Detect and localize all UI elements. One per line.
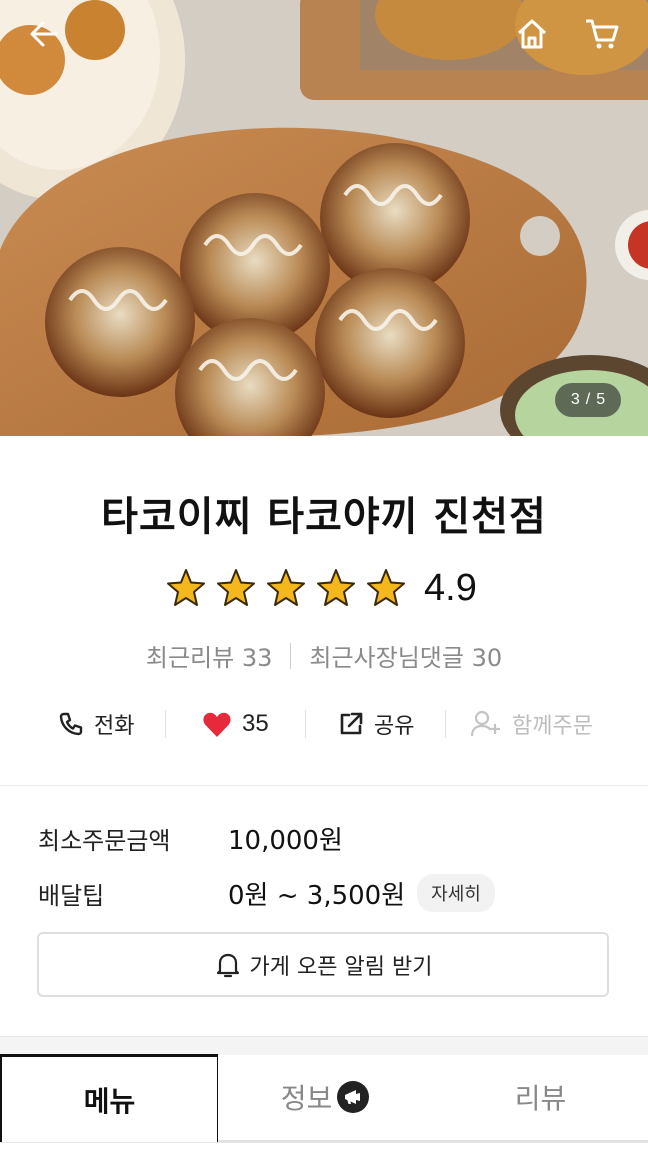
min-order-row: 최소주문금액 10,000원 [38,820,343,857]
share-label: 공유 [374,714,415,739]
back-button[interactable] [22,12,66,56]
cart-button[interactable] [580,12,624,56]
takoyaki-photo [0,0,648,436]
divider [165,710,166,738]
store-name: 타코이찌 타코야끼 진천점 [101,494,547,540]
group-order-button[interactable]: 함께주문 [470,708,593,740]
image-counter-separator: / [585,391,591,408]
bell-icon [216,953,239,977]
section-divider [0,785,648,786]
divider [290,642,292,669]
recent-reviews-link[interactable]: 최근리뷰 33 [146,638,273,673]
home-button[interactable] [510,12,554,56]
image-counter: 3 / 5 [555,383,621,417]
delivery-tip-row: 배달팁 0원 ~ 3,500원 자세히 [38,874,495,912]
tab-menu[interactable]: 메뉴 [0,1054,218,1142]
tab-content-top [0,1142,648,1162]
group-order-label: 함께주문 [512,714,593,739]
phone-label: 전화 [94,714,135,739]
rating-value: 4.9 [424,566,477,609]
delivery-tip-detail-button[interactable]: 자세히 [417,874,495,912]
phone-icon [59,712,83,736]
tab-info[interactable]: 정보 [218,1054,433,1142]
divider [305,710,306,738]
star-icon [167,569,205,606]
store-photo-carousel[interactable]: 3 / 5 [0,0,648,436]
star-icon [217,569,255,606]
image-counter-current: 3 [570,391,580,408]
image-counter-total: 5 [596,391,606,408]
heart-icon [203,712,231,737]
delivery-tip-label: 배달팁 [38,881,105,910]
home-icon [517,19,547,49]
tab-menu-label: 메뉴 [83,1084,136,1118]
star-icon [317,569,355,606]
open-alarm-label: 가게 오픈 알림 받기 [249,954,433,980]
tab-info-label: 정보 [280,1082,333,1115]
min-order-label: 최소주문금액 [38,827,171,855]
store-tabs: 메뉴 정보 리뷰 [0,1054,648,1142]
star-icon [367,569,405,606]
phone-button[interactable]: 전화 [58,708,134,740]
min-order-value: 10,000원 [228,826,343,856]
store-actions: 전화 35 공유 함께주문 [0,700,648,748]
add-user-icon [470,710,500,737]
rating-row[interactable]: 4.9 [166,564,477,612]
star-icon [267,569,305,606]
megaphone-icon [337,1081,370,1113]
tab-review-label: 리뷰 [514,1082,567,1115]
like-count: 35 [242,710,269,737]
arrow-left-icon [30,21,58,47]
shopping-cart-icon [586,19,619,49]
section-divider [0,1036,648,1055]
like-button[interactable]: 35 [202,710,269,738]
review-summary[interactable]: 최근리뷰 33 최근사장님댓글 30 [0,638,648,673]
tab-review[interactable]: 리뷰 [433,1054,648,1142]
share-icon [340,712,363,735]
delivery-tip-value: 0원 ~ 3,500원 [228,880,406,911]
open-alarm-button[interactable]: 가게 오픈 알림 받기 [37,932,609,997]
divider [445,710,446,738]
owner-replies-link[interactable]: 최근사장님댓글 30 [309,638,502,673]
share-button[interactable]: 공유 [338,708,414,740]
